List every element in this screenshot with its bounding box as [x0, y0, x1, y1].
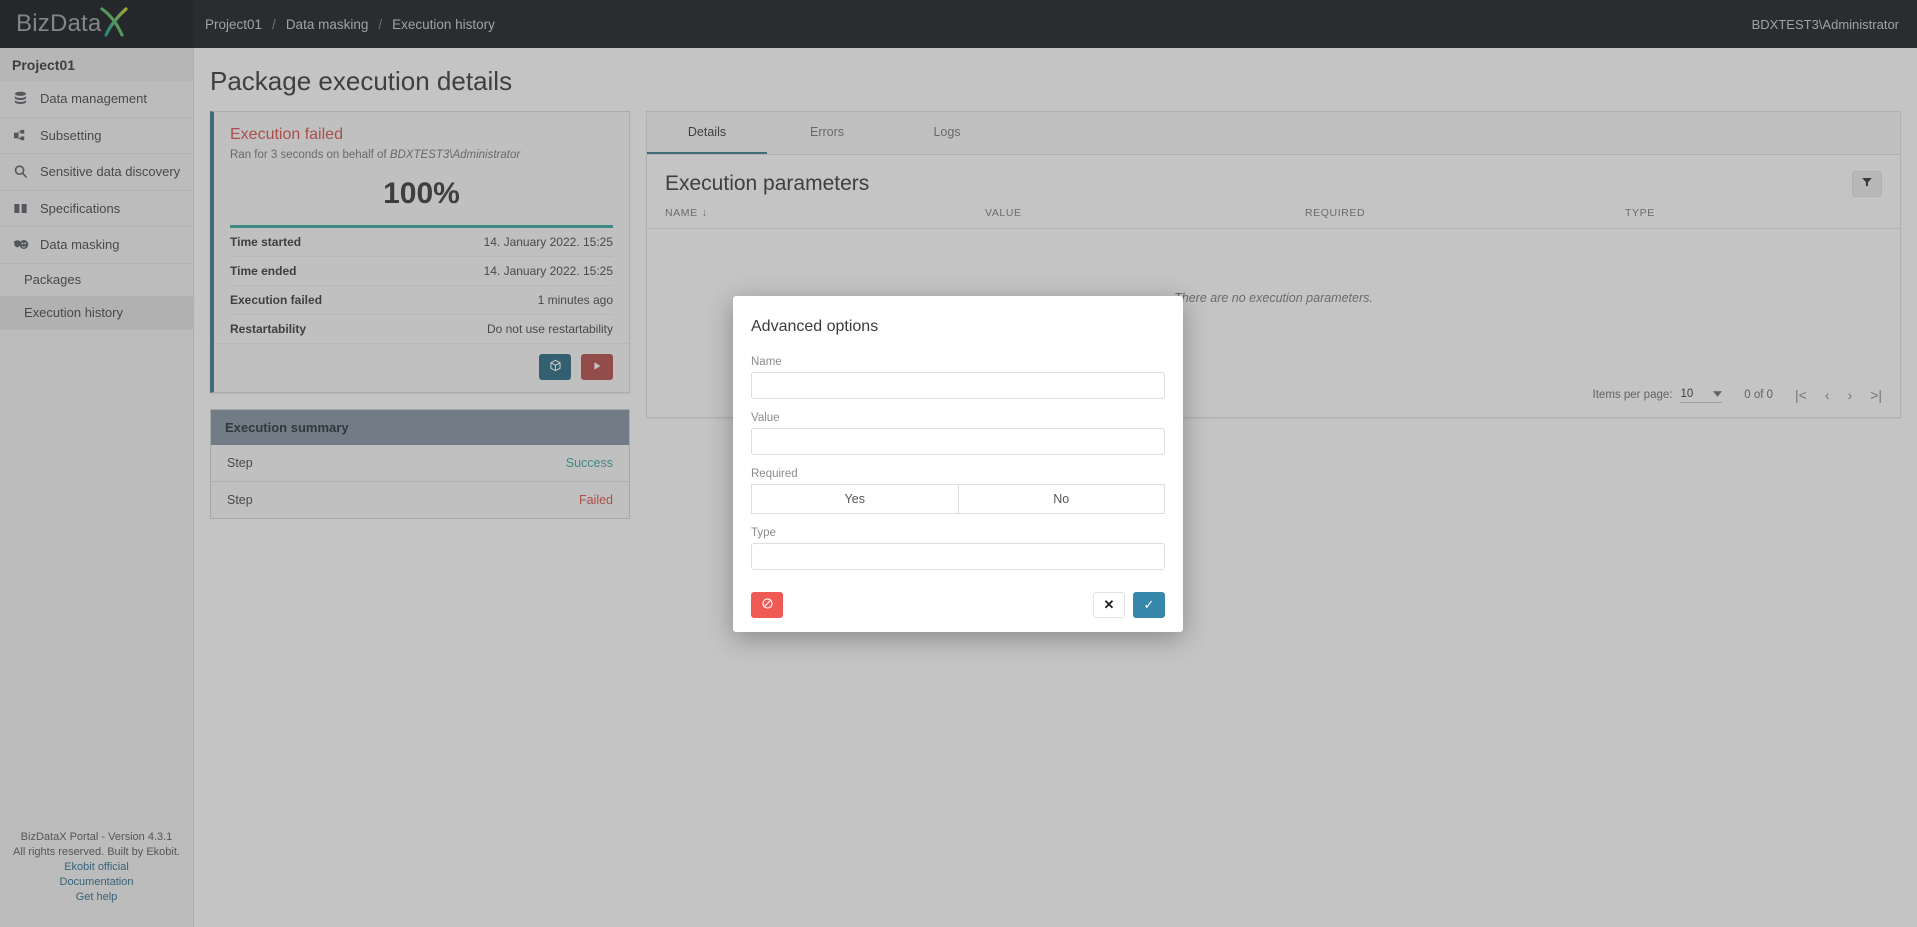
value-field-group: Value — [751, 412, 1165, 455]
required-toggle: Yes No — [751, 484, 1165, 514]
value-input[interactable] — [751, 428, 1165, 455]
ban-icon — [761, 597, 774, 613]
type-field-group: Type — [751, 527, 1165, 570]
dialog-footer: ✕ ✓ — [751, 592, 1165, 618]
required-option-no[interactable]: No — [958, 484, 1165, 514]
name-field-label: Name — [751, 356, 782, 368]
close-icon: ✕ — [1103, 597, 1115, 612]
type-field-label: Type — [751, 527, 776, 539]
dialog-footer-right: ✕ ✓ — [1093, 592, 1165, 618]
name-input[interactable] — [751, 372, 1165, 399]
value-field-label: Value — [751, 412, 780, 424]
name-field-group: Name — [751, 356, 1165, 399]
confirm-button[interactable]: ✓ — [1133, 592, 1165, 618]
required-field-group: Required Yes No — [751, 468, 1165, 514]
check-icon: ✓ — [1143, 597, 1155, 612]
required-option-yes[interactable]: Yes — [751, 484, 959, 514]
clear-button[interactable] — [751, 592, 783, 618]
cancel-button[interactable]: ✕ — [1093, 592, 1125, 618]
type-input[interactable] — [751, 543, 1165, 570]
required-field-label: Required — [751, 468, 798, 480]
advanced-options-dialog: Advanced options Name Value Required Yes… — [733, 296, 1183, 632]
dialog-title: Advanced options — [751, 318, 879, 335]
